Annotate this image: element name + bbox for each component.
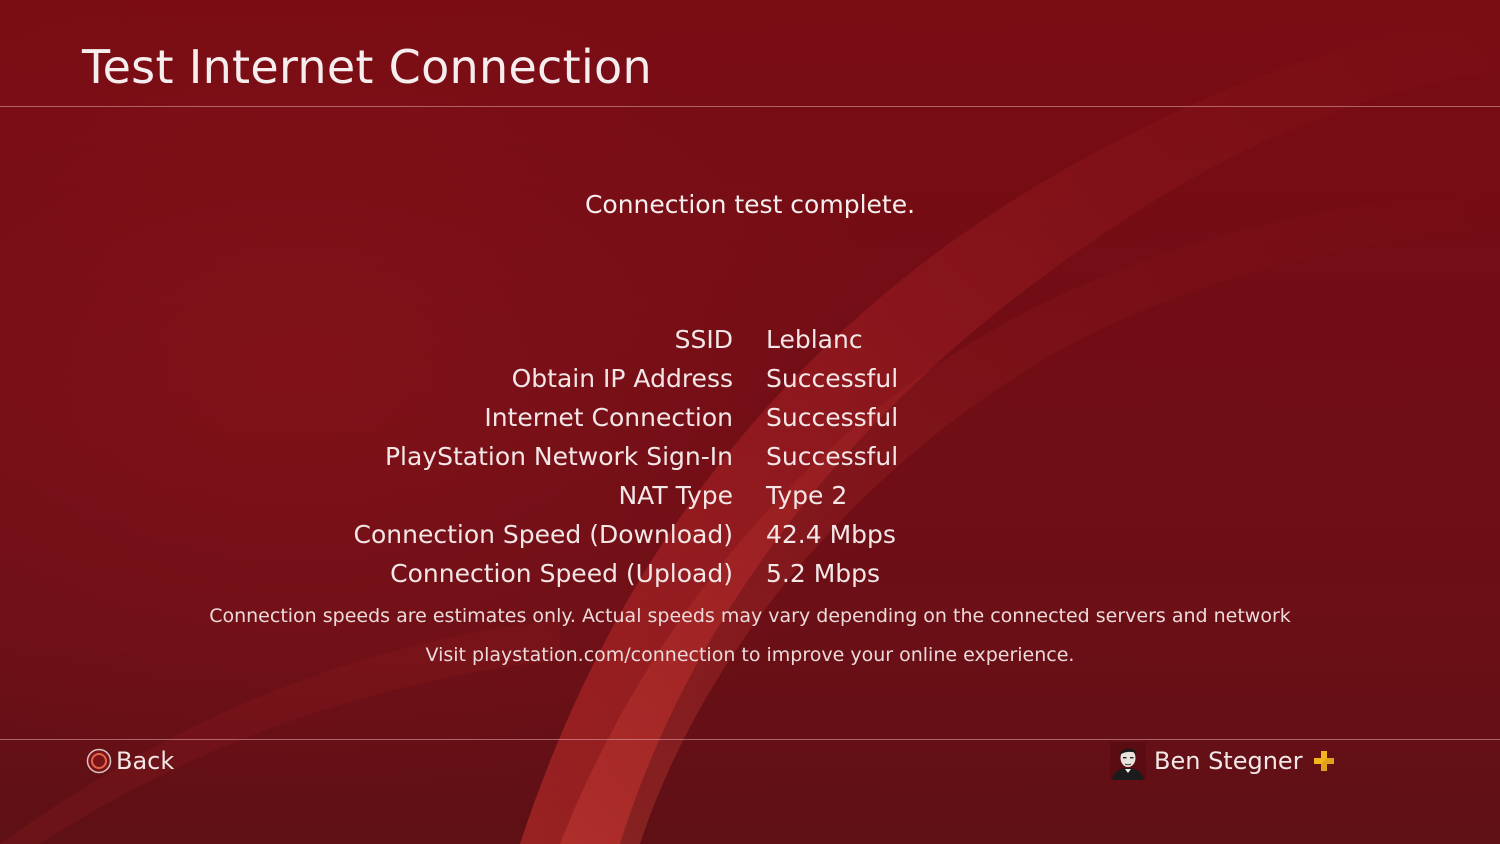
result-label: Internet Connection: [484, 403, 733, 432]
result-row-ssid: SSID Leblanc: [0, 320, 1500, 359]
result-label: PlayStation Network Sign-In: [384, 442, 733, 471]
result-label: SSID: [674, 325, 733, 354]
result-value: Successful: [766, 442, 899, 471]
result-value: Type 2: [766, 481, 848, 510]
help-note: Visit playstation.com/connection to impr…: [425, 644, 1075, 666]
result-row-nat-type: NAT Type Type 2: [0, 476, 1500, 515]
header-divider: [0, 106, 1500, 107]
result-value: Successful: [766, 403, 899, 432]
result-row-download-speed: Connection Speed (Download) 42.4 Mbps: [0, 515, 1500, 554]
result-value: Leblanc: [766, 325, 863, 354]
result-label: Connection Speed (Upload): [390, 559, 733, 588]
result-label: Connection Speed (Download): [353, 520, 734, 549]
user-profile: Ben Stegner: [1110, 742, 1335, 780]
result-label: Obtain IP Address: [511, 364, 733, 393]
circle-button-icon: [86, 748, 112, 774]
status-message: Connection test complete.: [584, 190, 916, 219]
result-row-psn-sign-in: PlayStation Network Sign-In Successful: [0, 437, 1500, 476]
back-button[interactable]: Back: [86, 745, 174, 777]
speed-disclaimer: Connection speeds are estimates only. Ac…: [209, 605, 1291, 627]
result-row-internet-connection: Internet Connection Successful: [0, 398, 1500, 437]
result-value: 42.4 Mbps: [766, 520, 896, 549]
playstation-plus-icon: [1313, 750, 1335, 772]
back-label: Back: [116, 747, 175, 775]
result-value: 5.2 Mbps: [766, 559, 881, 588]
footer-divider: [0, 739, 1500, 740]
avatar-icon: [1110, 742, 1146, 780]
page-title: Test Internet Connection: [82, 40, 652, 94]
user-name: Ben Stegner: [1154, 747, 1303, 775]
result-row-upload-speed: Connection Speed (Upload) 5.2 Mbps: [0, 554, 1500, 593]
result-row-obtain-ip: Obtain IP Address Successful: [0, 359, 1500, 398]
results-list: SSID Leblanc Obtain IP Address Successfu…: [0, 320, 1500, 593]
result-value: Successful: [766, 364, 899, 393]
result-label: NAT Type: [618, 481, 733, 510]
